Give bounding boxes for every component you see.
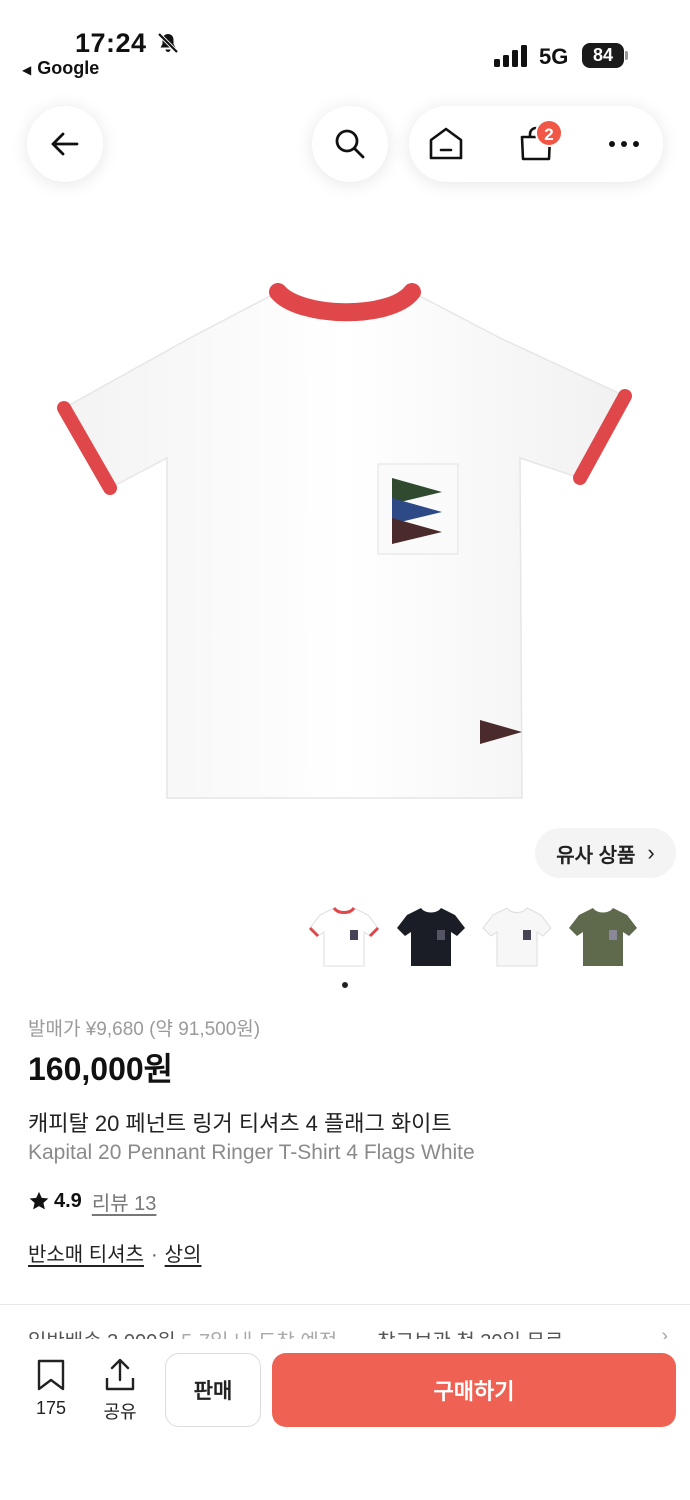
bookmark-icon xyxy=(37,1359,65,1391)
status-bar: 17:24 ◀ Google 5G 84 xyxy=(0,0,690,84)
similar-products-button[interactable]: 유사 상품 › xyxy=(535,828,676,878)
back-app-label: Google xyxy=(37,58,100,78)
home-button[interactable] xyxy=(411,106,481,182)
product-image[interactable] xyxy=(50,278,640,808)
thumbnail-black[interactable] xyxy=(395,904,467,970)
similar-products-label: 유사 상품 xyxy=(556,844,636,867)
category-link-short-sleeve[interactable]: 반소매 티셔츠 xyxy=(28,1244,144,1266)
rating-value: 4.9 xyxy=(54,1189,82,1212)
category-row: 반소매 티셔츠 · 상의 xyxy=(28,1238,201,1267)
back-to-app[interactable]: ◀ Google xyxy=(22,58,99,79)
buy-button[interactable]: 구매하기 xyxy=(272,1353,676,1427)
product-name-en: Kapital 20 Pennant Ringer T-Shirt 4 Flag… xyxy=(28,1141,475,1164)
share-icon xyxy=(105,1358,135,1391)
product-name-ko: 캐피탈 20 페넌트 링거 티셔츠 4 플래그 화이트 xyxy=(28,1111,452,1136)
cart-count-badge: 2 xyxy=(535,119,563,147)
delivery-text: 일반배송 3,000원 xyxy=(28,1331,176,1339)
more-icon xyxy=(609,141,639,147)
bell-slash-icon xyxy=(157,32,179,54)
search-button[interactable] xyxy=(312,106,388,182)
share-label: 공유 xyxy=(103,1402,137,1422)
star-icon xyxy=(29,1191,49,1210)
share-button[interactable]: 공유 xyxy=(95,1358,145,1428)
release-price: 발매가 ¥9,680 (약 91,500원) xyxy=(28,1019,261,1040)
battery-level: 84 xyxy=(582,43,624,68)
save-count: 175 xyxy=(35,1398,67,1418)
sell-button[interactable]: 판매 xyxy=(165,1353,261,1427)
price: 160,000원 xyxy=(28,1051,174,1087)
back-arrow-icon xyxy=(51,132,79,156)
back-button[interactable] xyxy=(27,106,103,182)
signal-icon xyxy=(494,45,527,67)
battery-indicator: 84 xyxy=(582,43,628,68)
carousel-indicator xyxy=(342,982,348,988)
nav-action-group xyxy=(409,106,663,182)
status-time: 17:24 xyxy=(75,28,147,58)
more-button[interactable] xyxy=(589,106,659,182)
cart-button[interactable] xyxy=(501,106,571,182)
home-icon xyxy=(429,127,463,160)
storage-text: 창고보관 첫 30일 무료 xyxy=(377,1331,563,1339)
divider xyxy=(0,1304,690,1305)
category-link-tops[interactable]: 상의 xyxy=(165,1244,202,1266)
chevron-right-icon: › xyxy=(647,840,655,865)
save-button[interactable]: 175 xyxy=(26,1358,76,1428)
category-separator: · xyxy=(150,1244,158,1266)
delivery-info-row[interactable]: 일반배송 3,000원 5-7일 내 도착 예정 창고보관 첫 30일 무료 › xyxy=(28,1325,668,1339)
network-label: 5G xyxy=(539,44,569,69)
review-link[interactable]: 리뷰 13 xyxy=(92,1187,157,1216)
search-icon xyxy=(335,129,365,159)
thumbnail-olive[interactable] xyxy=(567,904,639,970)
thumbnail-white-ringer[interactable] xyxy=(308,904,380,970)
thumbnail-white[interactable] xyxy=(481,904,553,970)
delivery-eta: 5-7일 내 도착 예정 xyxy=(176,1331,337,1339)
chevron-right-icon: › xyxy=(661,1325,668,1339)
rating-row: 4.9 리뷰 13 xyxy=(28,1186,156,1216)
